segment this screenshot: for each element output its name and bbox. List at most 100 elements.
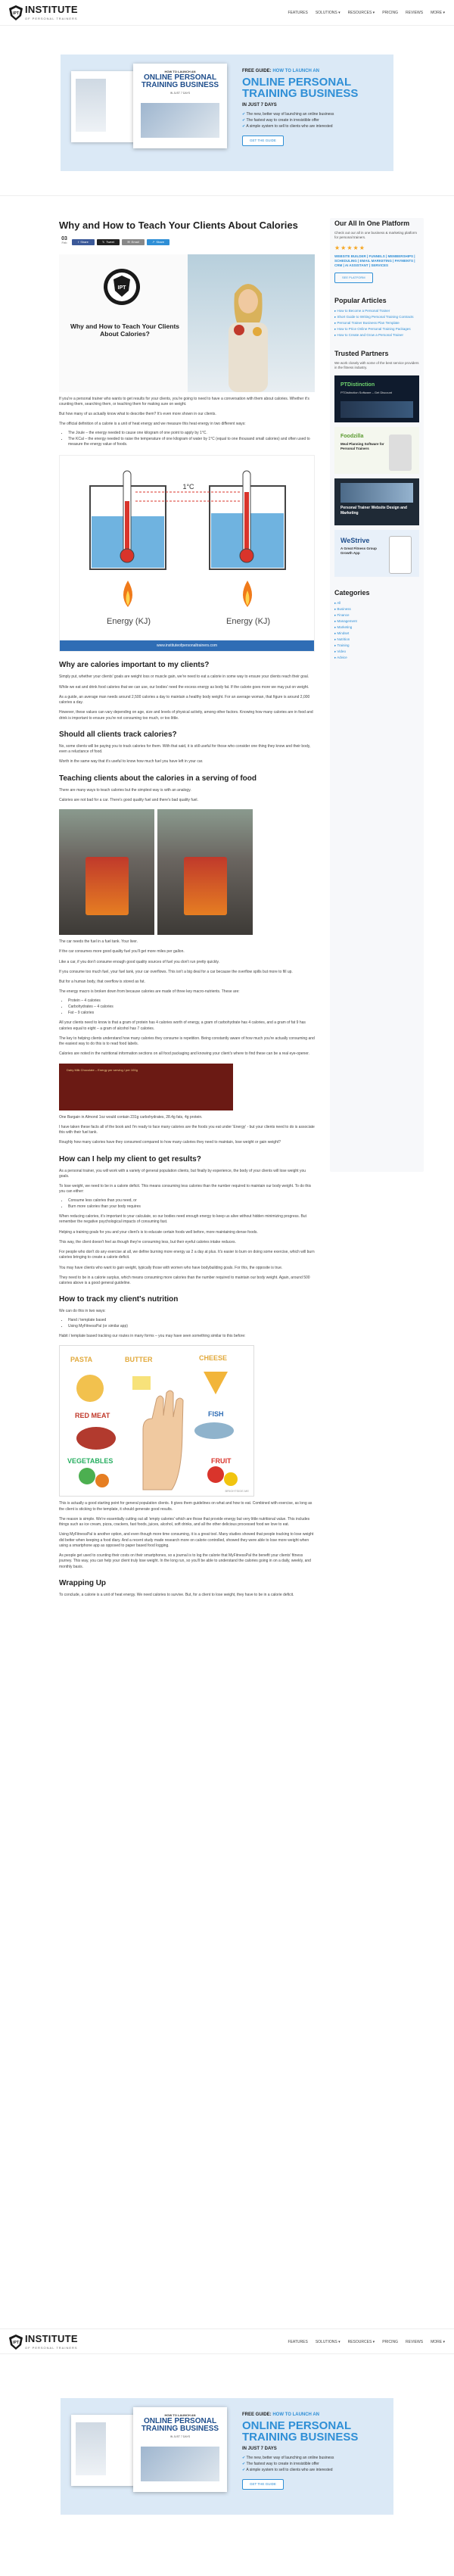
category-link[interactable]: Management bbox=[334, 619, 419, 625]
nav-reviews[interactable]: REVIEWS bbox=[406, 2340, 423, 2345]
email-share-button[interactable]: ✉ Email bbox=[122, 238, 145, 245]
popular-article-link[interactable]: How to Price Online Personal Training Pa… bbox=[334, 327, 419, 332]
paragraph: Like a car, if you don't consume enough … bbox=[59, 959, 219, 964]
paragraph: We can do this in two ways: bbox=[59, 1309, 106, 1314]
energy-label-right: Energy (KJ) bbox=[226, 617, 271, 627]
paragraph: For people who don't do any exercise at … bbox=[59, 1250, 315, 1260]
nav-pricing[interactable]: PRICING bbox=[382, 11, 398, 16]
partner-ad-foodzilla[interactable]: Foodzilla Meal Planning Software for Per… bbox=[334, 426, 419, 474]
nav-features[interactable]: FEATURES bbox=[288, 2340, 308, 2345]
paragraph: This is actually a good starting point f… bbox=[59, 1501, 313, 1512]
category-link[interactable]: Mindset bbox=[334, 631, 419, 637]
list-item: Hand / template based bbox=[68, 1318, 315, 1323]
nav-solutions[interactable]: SOLUTIONS ▾ bbox=[316, 2340, 340, 2345]
nav-reviews[interactable]: REVIEWS bbox=[406, 11, 423, 16]
food-label-vegetables: VEGETABLES bbox=[67, 1457, 114, 1466]
ad-subtitle: Meal Planning Software for Personal Trai… bbox=[340, 441, 384, 451]
energy-label-left: Energy (KJ) bbox=[107, 617, 151, 627]
partner-ad-ptdistinction[interactable]: PTDistinction PTDistinction Software – G… bbox=[334, 375, 419, 422]
category-link[interactable]: Training bbox=[334, 643, 419, 649]
list-item: Carbohydrates – 4 calories bbox=[68, 1005, 315, 1010]
logo-subtitle: OF PERSONAL TRAINERS bbox=[25, 2345, 78, 2350]
paragraph: The key to helping clients understand ho… bbox=[59, 1036, 315, 1047]
list-item: Fat – 9 calories bbox=[68, 1011, 315, 1016]
nav-pricing[interactable]: PRICING bbox=[382, 2340, 398, 2345]
popular-article-link[interactable]: How to Create and Grow a Personal Traine… bbox=[334, 333, 419, 338]
category-link[interactable]: Marketing bbox=[334, 625, 419, 631]
share-label: Tweet bbox=[106, 239, 114, 244]
paragraph: When reducing calories, it's important t… bbox=[59, 1214, 306, 1225]
platform-features[interactable]: WEBSITE BUILDER | FUNNELS | MEMBERSHIPS … bbox=[334, 254, 419, 268]
logo-title: INSTITUTE bbox=[25, 2333, 78, 2345]
partner-ad-web-design[interactable]: Personal Trainer Website Design and Mark… bbox=[334, 478, 419, 525]
paragraph: To lose weight, we need to be in a calor… bbox=[59, 1184, 312, 1195]
get-guide-button[interactable]: GET THE GUIDE bbox=[242, 135, 284, 147]
hero-left-panel: IPT Why and How to Teach Your Clients Ab… bbox=[59, 254, 188, 392]
nav-more[interactable]: MORE ▾ bbox=[431, 11, 445, 16]
banner-title: ONLINE PERSONAL TRAINING BUSINESS bbox=[242, 75, 359, 101]
section-heading: Should all clients track calories? bbox=[59, 730, 177, 739]
nav-more[interactable]: MORE ▾ bbox=[431, 2340, 445, 2345]
list-item: The KCal – the energy needed to raise th… bbox=[68, 437, 315, 448]
drink-jar bbox=[86, 857, 129, 915]
popular-article-link[interactable]: How to Become a Personal Trainer bbox=[334, 309, 419, 314]
bullet-list: Protein – 4 calories Carbohydrates – 4 c… bbox=[59, 998, 315, 1017]
banner-text: FREE GUIDE: HOW TO LAUNCH AN ONLINE PERS… bbox=[242, 68, 386, 147]
category-link[interactable]: Finance bbox=[334, 613, 419, 618]
nav-features[interactable]: FEATURES bbox=[288, 11, 308, 16]
paragraph: There are many ways to teach calories bu… bbox=[59, 787, 191, 793]
site-logo[interactable]: IPT INSTITUTE OF PERSONAL TRAINERS bbox=[9, 2333, 78, 2350]
share-icon: ↗ bbox=[151, 239, 155, 244]
partner-ad-westrive[interactable]: WeStrive A Great Fitness Group Growth Ap… bbox=[334, 529, 419, 577]
list-item: Protein – 4 calories bbox=[68, 998, 315, 1004]
paragraph: As people get used to counting their cos… bbox=[59, 1553, 311, 1569]
banner-bullet: A simple system to sell to clients who a… bbox=[242, 124, 386, 129]
facebook-share-button[interactable]: f Share bbox=[72, 238, 95, 245]
article: Why and How to Teach Your Clients About … bbox=[59, 220, 315, 1598]
partners-text: We work closely with some of the best se… bbox=[334, 360, 419, 370]
category-link[interactable]: All bbox=[334, 601, 419, 606]
divider bbox=[0, 195, 454, 196]
twitter-share-button[interactable]: 𝕏 Tweet bbox=[97, 238, 120, 245]
banner-kicker: FREE GUIDE: HOW TO LAUNCH AN bbox=[242, 68, 386, 75]
category-link[interactable]: Business bbox=[334, 607, 419, 612]
bullet-list: The Joule – the energy needed to cause o… bbox=[59, 431, 315, 448]
paragraph: As a guide, an average man needs around … bbox=[59, 694, 310, 706]
mockup-image bbox=[141, 103, 219, 138]
drink-photo-left bbox=[59, 809, 154, 936]
category-link[interactable]: Advice bbox=[334, 656, 419, 661]
generic-share-button[interactable]: ↗ Share bbox=[147, 238, 169, 245]
category-link[interactable]: Nutrition bbox=[334, 637, 419, 643]
nav-resources[interactable]: RESOURCES ▾ bbox=[348, 2340, 375, 2345]
popular-article-link[interactable]: Short Guide to Writing Personal Training… bbox=[334, 315, 419, 320]
guide-mockup-front: HOW TO LAUNCH AN ONLINE PERSONAL TRAININ… bbox=[133, 64, 227, 148]
ad-title: WeStrive bbox=[340, 536, 370, 544]
site-logo[interactable]: IPT INSTITUTE OF PERSONAL TRAINERS bbox=[9, 5, 78, 20]
paragraph: If you consume too much fuel, your fuel … bbox=[59, 969, 293, 974]
hero-title: Why and How to Teach Your Clients About … bbox=[70, 322, 180, 338]
banner-title: ONLINE PERSONAL TRAINING BUSINESS bbox=[242, 2419, 359, 2444]
platform-text: Check out our all in one business & mark… bbox=[334, 230, 418, 240]
drink-jar bbox=[184, 857, 227, 915]
paragraph: Roughly how many calories have they cons… bbox=[59, 1140, 281, 1145]
banner-kicker-accent: HOW TO LAUNCH AN bbox=[272, 2412, 320, 2417]
share-label: Share bbox=[156, 239, 165, 244]
see-platform-button[interactable]: SEE PLATFORM bbox=[334, 272, 373, 283]
paragraph: They need to be in a calorie surplus, wh… bbox=[59, 1275, 310, 1286]
paragraph: To conclude, a calorie is a unit of heat… bbox=[59, 1592, 294, 1597]
nav-resources[interactable]: RESOURCES ▾ bbox=[348, 11, 375, 16]
paragraph: The reason is simple. We're essentially … bbox=[59, 1516, 310, 1528]
nav-solutions[interactable]: SOLUTIONS ▾ bbox=[316, 11, 340, 16]
popular-article-link[interactable]: Personal Trainer Business Plan Template bbox=[334, 321, 419, 326]
section-heading: Why are calories important to my clients… bbox=[59, 661, 210, 670]
get-guide-button[interactable]: GET THE GUIDE bbox=[242, 2478, 284, 2490]
banner-kicker: FREE GUIDE: HOW TO LAUNCH AN bbox=[242, 2412, 386, 2419]
ad-screens bbox=[340, 400, 413, 418]
food-label-fish: FISH bbox=[208, 1410, 224, 1419]
post-date: 03 Feb bbox=[59, 236, 70, 248]
footer-header: IPT INSTITUTE OF PERSONAL TRAINERS FEATU… bbox=[0, 2328, 454, 2354]
banner-free-guide: FREE GUIDE: bbox=[242, 2412, 272, 2417]
sidebar: Our All In One Platform Check out our al… bbox=[334, 220, 419, 660]
category-link[interactable]: Video bbox=[334, 649, 419, 655]
banner-free-guide: FREE GUIDE: bbox=[242, 69, 272, 73]
